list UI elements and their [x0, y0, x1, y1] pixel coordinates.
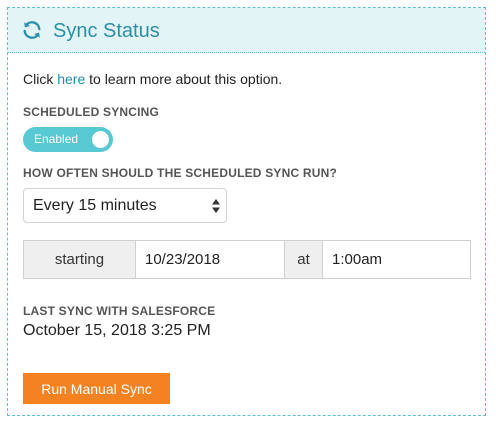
frequency-select[interactable]: Every 15 minutes	[23, 188, 227, 223]
panel-title: Sync Status	[53, 20, 160, 42]
learn-more-prefix: Click	[23, 71, 58, 87]
toggle-knob	[92, 131, 109, 148]
start-time-input[interactable]: 1:00am	[322, 240, 471, 279]
run-manual-sync-button[interactable]: Run Manual Sync	[23, 373, 170, 404]
sync-icon	[23, 21, 41, 39]
scheduled-syncing-toggle[interactable]: Enabled	[23, 127, 113, 152]
start-date-input[interactable]: 10/23/2018	[135, 240, 285, 279]
frequency-label: HOW OFTEN SHOULD THE SCHEDULED SYNC RUN?	[23, 166, 337, 180]
learn-more-text: Click here to learn more about this opti…	[23, 70, 282, 88]
toggle-label: Enabled	[34, 132, 79, 146]
start-date-time-row: starting 10/23/2018 at 1:00am	[23, 240, 471, 279]
learn-more-link[interactable]: here	[57, 71, 85, 87]
last-sync-value: October 15, 2018 3:25 PM	[23, 322, 211, 339]
panel-header: Sync Status	[8, 8, 485, 53]
last-sync-label: LAST SYNC WITH SALESFORCE	[23, 304, 216, 318]
sync-status-panel: Sync Status Click here to learn more abo…	[7, 7, 486, 416]
frequency-selected-value: Every 15 minutes	[33, 197, 157, 214]
scheduled-syncing-label: SCHEDULED SYNCING	[23, 105, 160, 119]
select-arrows-icon	[212, 199, 220, 213]
at-addon: at	[284, 240, 323, 279]
learn-more-suffix: to learn more about this option.	[85, 71, 283, 87]
starting-addon: starting	[23, 240, 136, 279]
